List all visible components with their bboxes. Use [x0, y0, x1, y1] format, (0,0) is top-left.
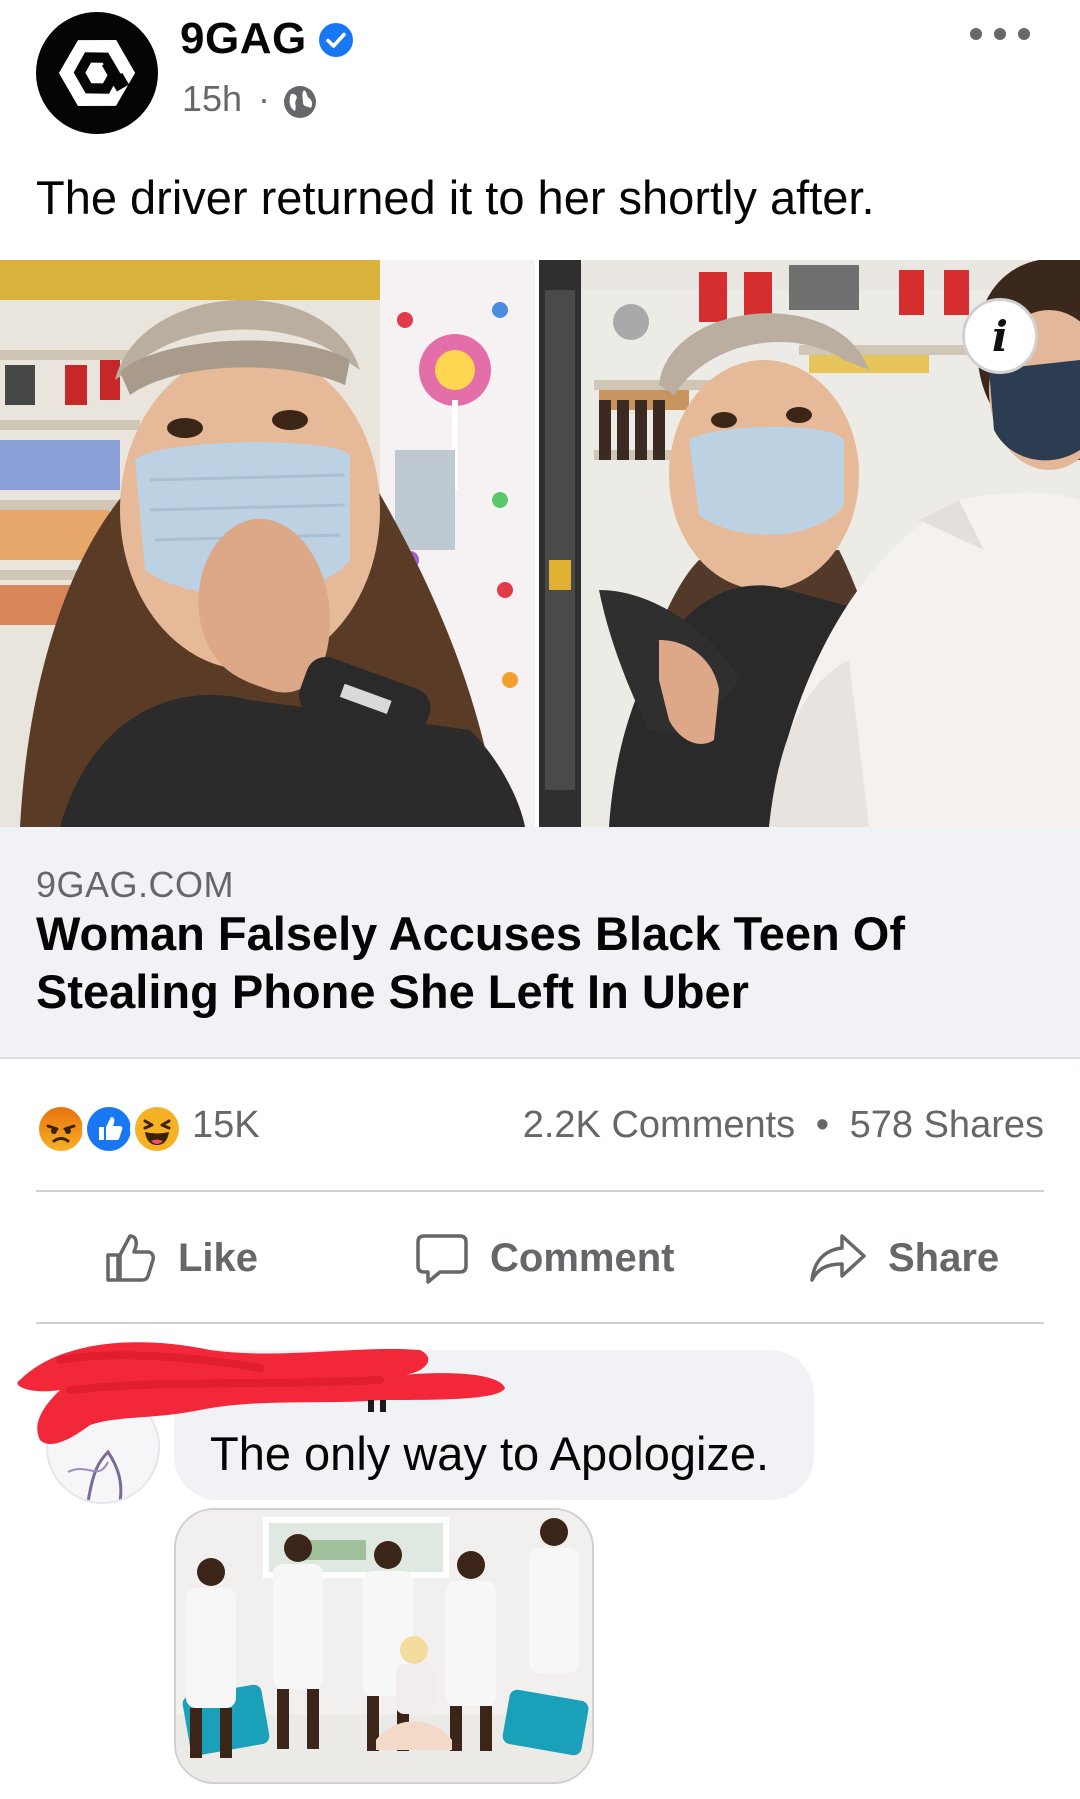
more-options-icon[interactable] — [970, 14, 1030, 54]
post-timestamp[interactable]: 15h — [182, 78, 242, 120]
link-domain: 9GAG.COM — [36, 864, 235, 905]
comment-bubble-icon — [416, 1234, 468, 1284]
page-avatar-9gag-logo-icon[interactable] — [36, 12, 158, 134]
thumbs-up-icon — [106, 1234, 155, 1282]
comments-count[interactable]: 2.2K Comments — [523, 1104, 795, 1146]
ad-info-icon[interactable]: i — [962, 298, 1038, 374]
shares-count[interactable]: 578 Shares — [850, 1104, 1044, 1146]
angry-reaction-icon[interactable] — [34, 1102, 88, 1156]
meta-separator: · — [258, 78, 270, 119]
like-reaction-icon[interactable] — [82, 1102, 136, 1156]
comment-label: Comment — [490, 1235, 675, 1280]
comment-button[interactable]: Comment — [414, 1228, 674, 1288]
reaction-count[interactable]: 15K — [192, 1104, 260, 1147]
stats-separator: • — [815, 1104, 830, 1146]
engagement-stats: 2.2K Comments • 578 Shares — [523, 1104, 1044, 1147]
like-button[interactable]: Like — [102, 1228, 258, 1288]
share-arrow-icon — [810, 1234, 866, 1282]
verified-badge-icon — [319, 23, 353, 57]
share-label: Share — [888, 1235, 1000, 1280]
comment-image[interactable] — [174, 1508, 594, 1784]
post-caption: The driver returned it to her shortly af… — [36, 171, 875, 224]
page-name[interactable]: 9GAG — [180, 14, 307, 64]
share-button[interactable]: Share — [808, 1228, 999, 1288]
divider — [36, 1190, 1044, 1192]
haha-reaction-icon[interactable] — [130, 1102, 184, 1156]
redaction-scribble — [17, 1342, 505, 1445]
link-title[interactable]: Woman Falsely Accuses Black Teen Of Stea… — [36, 905, 1036, 1021]
globe-icon — [284, 86, 316, 118]
post-photo-left[interactable] — [0, 260, 535, 827]
like-label: Like — [178, 1235, 259, 1280]
